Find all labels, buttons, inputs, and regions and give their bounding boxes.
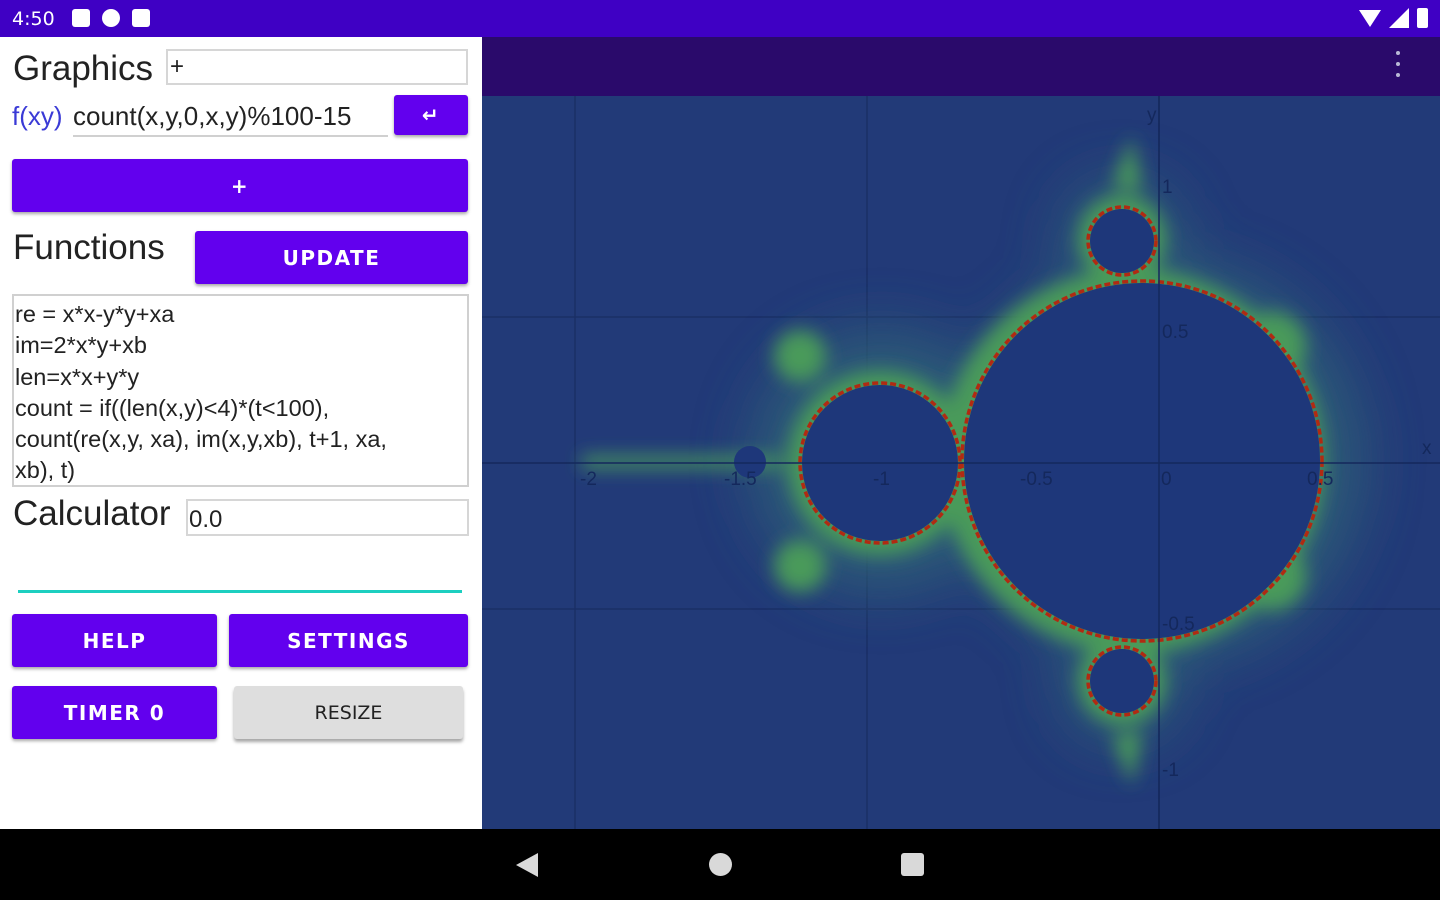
recents-icon[interactable]	[901, 853, 924, 876]
control-panel: Graphics + f(xy) count(x,y,0,x,y)%100-15…	[0, 37, 482, 829]
y-tick: 1	[1162, 177, 1173, 198]
y-tick: -0.5	[1162, 614, 1195, 635]
home-icon[interactable]	[709, 853, 732, 876]
resize-button[interactable]: RESIZE	[234, 686, 463, 739]
enter-button[interactable]: ↵	[394, 95, 468, 135]
x-tick: -0.5	[1020, 469, 1053, 490]
y-tick: 0.5	[1162, 322, 1188, 343]
axes	[482, 96, 1440, 829]
x-tick: -1.5	[724, 469, 757, 490]
help-button[interactable]: HELP	[12, 614, 217, 667]
wifi-icon	[1359, 9, 1381, 27]
x-tick: -1	[873, 469, 890, 490]
signal-icon	[1389, 8, 1409, 28]
back-icon[interactable]	[516, 853, 538, 877]
y-axis-name: y	[1147, 105, 1157, 126]
graphics-input[interactable]: +	[166, 49, 468, 85]
graphics-label: Graphics	[13, 49, 154, 88]
sd-card-icon	[132, 9, 150, 27]
fractal-graph[interactable]: y x -2 -1.5 -1 -0.5 0 0.5 1 0.5 -0.5 -1	[482, 96, 1440, 829]
calculator-label: Calculator	[13, 494, 171, 533]
y-tick: -1	[1162, 760, 1179, 781]
settings-button[interactable]: SETTINGS	[229, 614, 468, 667]
fxy-label: f(xy)	[12, 101, 63, 131]
system-icons	[1359, 8, 1428, 28]
more-vert-icon[interactable]	[1396, 51, 1400, 77]
input-underline	[18, 590, 462, 593]
status-bar: 4:50	[0, 0, 1440, 37]
x-tick: 0.5	[1307, 469, 1333, 490]
play-notification-icon	[102, 9, 120, 27]
update-button[interactable]: UPDATE	[195, 231, 468, 284]
timer-button[interactable]: TIMER 0	[12, 686, 217, 739]
x-tick: -2	[580, 469, 597, 490]
mandelbrot-plot: y x -2 -1.5 -1 -0.5 0 0.5 1 0.5 -0.5 -1	[482, 96, 1440, 829]
battery-icon	[1417, 8, 1428, 28]
x-axis-name: x	[1422, 438, 1432, 459]
calculator-input[interactable]: 0.0	[186, 499, 469, 536]
a-notification-icon	[72, 9, 90, 27]
app-bar	[482, 37, 1440, 96]
status-time: 4:50	[12, 8, 55, 30]
add-button[interactable]: +	[12, 159, 468, 212]
functions-editor[interactable]: re = x*x-y*y+xa im=2*x*y+xb len=x*x+y*y …	[12, 294, 469, 487]
functions-label: Functions	[13, 228, 165, 267]
function-input[interactable]: count(x,y,0,x,y)%100-15	[73, 99, 388, 137]
navigation-bar	[0, 829, 1440, 900]
x-tick: 0	[1161, 469, 1172, 490]
notification-icons	[72, 9, 150, 27]
